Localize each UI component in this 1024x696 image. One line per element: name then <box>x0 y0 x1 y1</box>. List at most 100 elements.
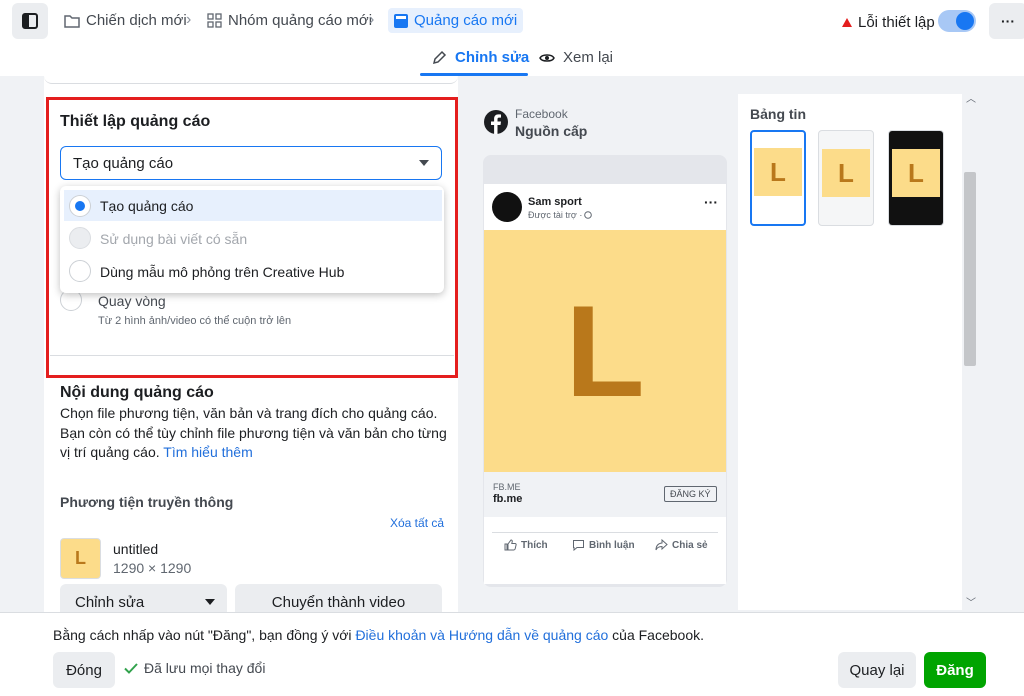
option-existing-radio <box>69 227 91 249</box>
tab-edit-label: Chỉnh sửa <box>455 49 530 66</box>
folder-icon <box>64 14 80 28</box>
link-domain-small: FB.ME <box>493 482 521 492</box>
tab-edit[interactable]: Chỉnh sửa <box>432 49 529 66</box>
close-button-label: Đóng <box>66 661 102 679</box>
toggle-knob <box>956 12 974 30</box>
ad-content-desc-text: Chọn file phương tiện, văn bản và trang … <box>60 405 447 460</box>
more-button[interactable]: ··· <box>989 3 1024 39</box>
tab-review[interactable]: Xem lại <box>539 49 613 66</box>
sponsored-label: Được tài trợ · <box>528 210 593 220</box>
comment-label: Bình luận <box>589 539 635 551</box>
breadcrumb-adset-label: Nhóm quảng cáo mới <box>228 12 373 29</box>
placement-thumb-feed[interactable]: L <box>750 130 806 226</box>
back-button[interactable]: Quay lại <box>838 652 916 688</box>
tab-review-label: Xem lại <box>563 49 614 66</box>
breadcrumb-ad[interactable]: Quảng cáo mới <box>388 8 524 33</box>
caret-down-icon <box>205 599 215 605</box>
thumb-image: L <box>892 149 940 197</box>
more-icon: ··· <box>1001 13 1015 29</box>
placement-thumb-mobile[interactable]: L <box>818 130 874 226</box>
ad-icon <box>394 13 408 28</box>
saved-status: Đã lưu mọi thay đổi <box>124 660 265 676</box>
placement-thumb-dark[interactable]: L <box>888 130 944 226</box>
terms-prefix: Bằng cách nhấp vào nút "Đăng", bạn đồng … <box>53 627 356 643</box>
preview-scrollbar[interactable]: ︿ ﹀ <box>962 86 978 612</box>
caret-down-icon <box>419 160 429 166</box>
sidebar-toggle-button[interactable] <box>12 3 48 39</box>
carousel-label: Quay vòng <box>98 293 166 309</box>
clear-all-link[interactable]: Xóa tất cả <box>390 516 444 530</box>
share-action[interactable]: Chia sẻ <box>655 539 708 551</box>
page-name: Sam sport <box>528 196 582 208</box>
dropdown-option-create[interactable]: Tạo quảng cáo <box>64 190 442 221</box>
facebook-logo-icon <box>484 110 508 134</box>
ad-setup-dropdown-menu: Tạo quảng cáo Sử dụng bài viết có sẵn Dù… <box>60 186 444 293</box>
media-title: Phương tiện truyền thông <box>60 494 234 510</box>
option-create-label: Tạo quảng cáo <box>100 198 194 214</box>
ad-image-letter: L <box>565 278 645 424</box>
pencil-icon <box>432 50 447 65</box>
option-existing-label: Sử dụng bài viết có sẵn <box>100 231 248 247</box>
scrollbar-thumb[interactable] <box>964 172 976 366</box>
like-action[interactable]: Thích <box>504 539 548 551</box>
breadcrumb-campaign[interactable]: Chiến dịch mới <box>64 12 187 29</box>
scroll-down-icon[interactable]: ﹀ <box>966 594 976 609</box>
share-icon <box>655 539 668 551</box>
comment-action[interactable]: Bình luận <box>572 539 635 551</box>
previous-card-edge <box>44 76 458 84</box>
ad-setup-select[interactable]: Tạo quảng cáo <box>60 146 442 180</box>
carousel-desc: Từ 2 hình ảnh/video có thể cuộn trở lên <box>98 315 292 327</box>
option-create-radio <box>70 196 90 216</box>
preview-placement: Nguồn cấp <box>515 123 588 139</box>
eye-icon <box>539 53 555 62</box>
setup-error-indicator[interactable]: Lỗi thiết lập <box>842 14 935 31</box>
scroll-up-icon[interactable]: ︿ <box>966 90 976 105</box>
sponsored-text: Được tài trợ · <box>528 210 583 220</box>
link-domain: fb.me <box>493 493 523 505</box>
ad-setup-title: Thiết lập quảng cáo <box>60 113 211 130</box>
ad-setup-select-value: Tạo quảng cáo <box>73 154 174 172</box>
breadcrumb-campaign-label: Chiến dịch mới <box>86 12 187 29</box>
option-creative-hub-radio <box>69 260 91 282</box>
publish-button-label: Đăng <box>936 661 974 679</box>
phone-frame: Sam sport Được tài trợ · ··· L FB.ME fb.… <box>483 155 727 587</box>
thumb-letter: L <box>908 157 924 188</box>
thumb-image: L <box>822 149 870 197</box>
setup-error-label: Lỗi thiết lập <box>858 14 935 31</box>
terms-link[interactable]: Điều khoản và Hướng dẫn về quảng cáo <box>355 627 608 643</box>
publish-button[interactable]: Đăng <box>924 652 986 688</box>
grid-icon <box>207 13 222 28</box>
saved-status-label: Đã lưu mọi thay đổi <box>144 660 266 676</box>
link-bar: FB.ME fb.me ĐĂNG KÝ <box>484 472 726 517</box>
page-avatar <box>492 192 522 222</box>
chevron-right-icon: › <box>369 11 375 28</box>
comment-icon <box>573 540 584 551</box>
media-file-name: untitled <box>113 541 159 557</box>
panel-icon <box>22 13 38 29</box>
footer: Bằng cách nhấp vào nút "Đăng", bạn đồng … <box>0 612 1024 696</box>
thumb-image: L <box>754 148 802 196</box>
ad-content-title: Nội dung quảng cáo <box>60 384 214 401</box>
terms-suffix: của Facebook. <box>608 627 705 643</box>
back-button-label: Quay lại <box>849 661 905 679</box>
checkmark-icon <box>124 662 138 674</box>
signup-cta-button[interactable]: ĐĂNG KÝ <box>664 486 717 502</box>
feed-post: Sam sport Được tài trợ · ··· L FB.ME fb.… <box>484 184 726 584</box>
feed-title: Bảng tin <box>750 106 806 122</box>
like-label: Thích <box>521 539 548 551</box>
preview-panel: Facebook Nguồn cấp Sam sport Được tài tr… <box>470 94 963 610</box>
breadcrumb-adset[interactable]: Nhóm quảng cáo mới <box>207 12 372 29</box>
dropdown-option-creative-hub[interactable]: Dùng mẫu mô phỏng trên Creative Hub <box>64 256 442 287</box>
media-thumbnail: L <box>60 538 101 579</box>
close-button[interactable]: Đóng <box>53 652 115 688</box>
top-bar: Chiến dịch mới › Nhóm quảng cáo mới › Qu… <box>0 0 1024 76</box>
setup-toggle[interactable] <box>938 10 976 32</box>
post-options-icon[interactable]: ··· <box>704 194 718 210</box>
media-file-dims: 1290 × 1290 <box>113 560 192 576</box>
learn-more-link[interactable]: Tìm hiểu thêm <box>163 444 252 460</box>
breadcrumb-ad-label: Quảng cáo mới <box>414 12 518 29</box>
setup-card-bottom <box>50 346 454 356</box>
thumb-letter: L <box>770 156 786 187</box>
chevron-right-icon: › <box>186 11 192 28</box>
terms-text: Bằng cách nhấp vào nút "Đăng", bạn đồng … <box>53 627 704 643</box>
